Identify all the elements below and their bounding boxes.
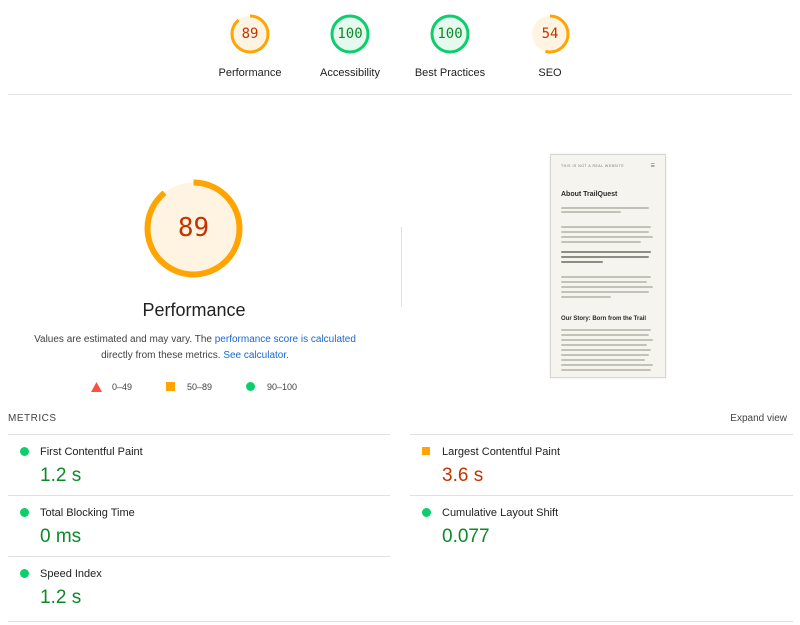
gauge-ring: 54 [529, 13, 571, 55]
gauge-label: Accessibility [320, 67, 380, 79]
pass-circle-icon [20, 447, 29, 456]
metric-value: 3.6 s [442, 465, 484, 486]
text-line [561, 344, 647, 346]
pass-circle-icon [422, 508, 431, 517]
text-line [561, 236, 653, 238]
category-gauges: 89 Performance 100 Accessibility 100 Bes… [0, 0, 800, 95]
performance-title: Performance [142, 300, 246, 320]
performance-gauge: 89 [141, 176, 246, 281]
metric-name: Largest Contentful Paint [442, 446, 561, 458]
text-line [561, 211, 621, 213]
metric-first-contentful-paint: First Contentful Paint 1.2 s [8, 435, 388, 495]
text-line [561, 241, 641, 243]
metrics-heading: METRICS [8, 413, 57, 424]
text-line [561, 334, 649, 336]
gauge-score: 54 [541, 26, 559, 42]
thumbnail-header: THIS IS NOT A REAL WEBSITE [561, 164, 625, 168]
gauge-score: 100 [337, 26, 363, 42]
gauge-performance[interactable]: 89 Performance [195, 13, 305, 79]
top-divider [8, 94, 792, 95]
gauge-accessibility[interactable]: 100 Accessibility [295, 13, 405, 79]
gauge-score: 89 [241, 26, 259, 42]
text-line [561, 251, 651, 253]
metric-value: 1.2 s [40, 587, 82, 608]
pass-circle-icon [20, 569, 29, 578]
metric-value: 0.077 [442, 526, 490, 547]
text-line [561, 281, 647, 283]
text-line [561, 339, 653, 341]
gauge-label: Best Practices [414, 67, 486, 79]
text-line [561, 291, 649, 293]
score-calculated-link[interactable]: performance score is calculated [215, 334, 356, 345]
text-line [561, 226, 651, 228]
text-line [561, 369, 651, 371]
metric-value: 0 ms [40, 526, 82, 547]
text-line [561, 354, 649, 356]
text-line [561, 329, 651, 331]
metric-name: Cumulative Layout Shift [442, 507, 559, 519]
text-line [561, 296, 611, 298]
hamburger-icon: ☰ [650, 163, 655, 169]
average-square-icon [422, 447, 430, 455]
thumbnail-subheading: Our Story: Born from the Trail [561, 316, 647, 322]
circle-icon [246, 382, 255, 391]
legend-range: 0–49 [112, 382, 133, 392]
metrics-divider [8, 621, 793, 622]
text-line [561, 359, 645, 361]
description-text: Values are estimated and may vary. The [34, 334, 215, 345]
gauge-score: 100 [437, 26, 463, 42]
final-screenshot-thumbnail[interactable]: THIS IS NOT A REAL WEBSITE ☰ About Trail… [550, 154, 666, 378]
gauge-ring: 100 [429, 13, 471, 55]
triangle-icon [91, 382, 102, 392]
legend-range: 50–89 [187, 382, 213, 392]
text-line [561, 276, 651, 278]
see-calculator-link[interactable]: See calculator. [223, 350, 289, 361]
gauge-ring: 89 [229, 13, 271, 55]
text-line [561, 364, 653, 366]
vertical-separator [401, 227, 402, 307]
performance-description: Values are estimated and may vary. The p… [20, 332, 370, 364]
text-line [561, 286, 653, 288]
metric-largest-contentful-paint: Largest Contentful Paint 3.6 s [410, 435, 790, 495]
text-line [561, 207, 649, 209]
thumbnail-heading: About TrailQuest [561, 191, 618, 198]
legend-range: 90–100 [267, 382, 298, 392]
gauge-seo[interactable]: 54 SEO [495, 13, 605, 79]
text-line [561, 231, 649, 233]
gauge-ring: 100 [329, 13, 371, 55]
square-icon [166, 382, 175, 391]
gauge-label: SEO [538, 67, 562, 79]
metric-name: Speed Index [40, 568, 102, 580]
text-line [561, 256, 649, 258]
pass-circle-icon [20, 508, 29, 517]
gauge-label: Performance [218, 67, 282, 79]
metric-name: First Contentful Paint [40, 446, 143, 458]
metric-cumulative-layout-shift: Cumulative Layout Shift 0.077 [410, 496, 790, 556]
text-line [561, 349, 651, 351]
metric-name: Total Blocking Time [40, 507, 135, 519]
metric-value: 1.2 s [40, 465, 82, 486]
gauge-best-practices[interactable]: 100 Best Practices [395, 13, 505, 79]
expand-view-toggle[interactable]: Expand view [730, 413, 787, 424]
performance-score: 89 [177, 213, 210, 243]
metric-speed-index: Speed Index 1.2 s [8, 557, 388, 617]
metric-total-blocking-time: Total Blocking Time 0 ms [8, 496, 388, 556]
description-text-2: directly from these metrics. [101, 350, 224, 361]
text-line [561, 261, 603, 263]
